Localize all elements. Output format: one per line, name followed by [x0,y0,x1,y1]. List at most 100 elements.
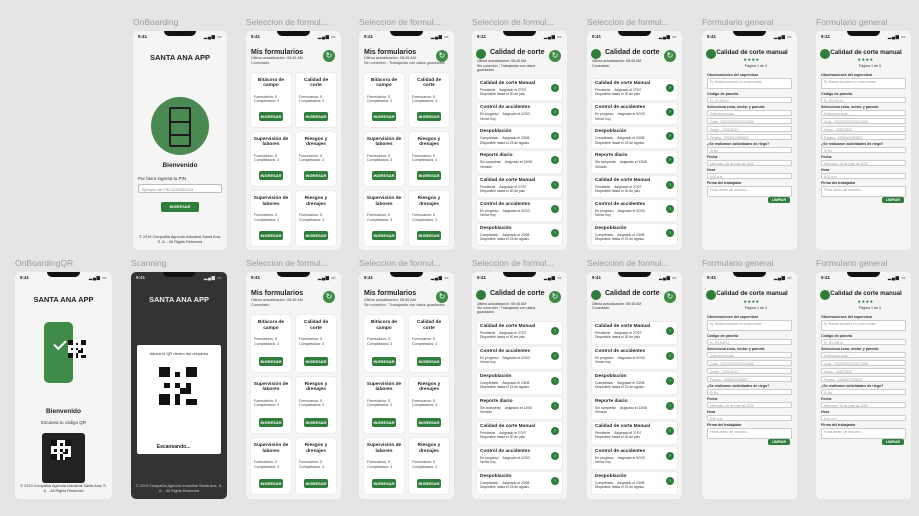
form-card[interactable]: Supervisión de labores Formularios: 5 Comp… [251,376,291,433]
form-field[interactable]: Sí No [821,389,906,396]
refresh-icon[interactable]: ↻ [664,291,676,304]
form-field[interactable]: Selecciona zona... [821,109,906,116]
clear-button[interactable]: LIMPIAR [768,439,790,446]
form-list-item[interactable]: Control de accidentes En progreso Asignado… [592,199,677,221]
form-field[interactable]: Miércoles, 26 de junio de 2025 [707,402,792,409]
form-card[interactable]: Riesgos y drenajes Formularios: 5 Completa… [296,191,336,246]
form-field[interactable]: Sí No [707,389,792,396]
form-field[interactable]: Ej. Maleza excesiva en zona noreste [821,77,906,89]
refresh-icon[interactable]: ↻ [436,291,448,304]
form-field[interactable]: Ej. Maleza excesiva en zona noreste [707,77,792,89]
enter-button[interactable]: INGRESAR [304,479,328,489]
enter-button[interactable]: INGRESAR [304,356,328,366]
form-card[interactable]: Calidad de corte Formularios: 5 Completado… [296,315,336,372]
chevron-right-icon[interactable]: › [551,401,559,410]
enter-button[interactable]: INGRESAR [372,418,396,427]
form-card[interactable]: Supervisión de labores Formularios: 5 Comp… [251,131,291,187]
form-card[interactable]: Supervisión de labores Formularios: 5 Comp… [364,438,404,495]
form-field[interactable]: Sector - 238123013 [707,368,792,375]
form-list-item[interactable]: Control de accidentes En progreso Asignado… [477,199,562,221]
form-field[interactable]: Ej. ZN-00214 [821,96,906,103]
enter-button[interactable]: INGRESAR [372,171,396,181]
enter-button[interactable]: INGRESAR [259,230,283,240]
chevron-right-icon[interactable]: › [666,326,674,335]
back-icon[interactable] [476,48,486,59]
form-field[interactable]: Miércoles, 26 de junio de 2025 [821,402,906,409]
chevron-right-icon[interactable]: › [551,132,559,141]
chevron-right-icon[interactable]: › [666,351,674,360]
back-icon[interactable] [706,48,716,59]
form-field[interactable]: 8:00 a.m [821,172,906,179]
enter-button[interactable]: INGRESAR [259,418,283,427]
chevron-right-icon[interactable]: › [551,84,559,93]
form-list-item[interactable]: Reporte diario Sin completar Asignado el 1… [592,396,677,419]
back-icon[interactable] [706,290,716,301]
form-card[interactable]: Riesgos y drenajes Formularios: 5 Completa… [409,376,449,433]
chevron-right-icon[interactable]: › [551,351,559,360]
back-icon[interactable] [591,48,601,59]
chevron-right-icon[interactable]: › [551,476,559,485]
back-icon[interactable] [820,290,830,301]
chevron-right-icon[interactable]: › [666,376,674,385]
form-field[interactable]: Ej. ZN-00214 [707,339,792,346]
form-field[interactable]: Miércoles, 26 de junio de 2025 [707,159,792,166]
form-list-item[interactable]: Control de accidentes En progreso Asignado… [477,346,562,369]
form-field[interactable]: Miércoles, 26 de junio de 2025 [821,159,906,166]
form-card[interactable]: Supervisión de labores Formularios: 5 Comp… [364,376,404,433]
form-list-item[interactable]: Despoblación Completado Asignado el 23/08 D… [477,223,562,245]
chevron-right-icon[interactable]: › [666,156,674,165]
refresh-icon[interactable]: ↻ [549,291,561,304]
enter-button[interactable]: INGRESAR [417,230,441,240]
back-icon[interactable] [591,290,601,301]
form-list-item[interactable]: Calidad de corte Manual Pendiente Asignado… [592,175,677,197]
enter-button[interactable]: INGRESAR [417,418,441,427]
enter-button[interactable]: INGRESAR [417,171,441,181]
form-list-item[interactable]: Calidad de corte Manual Pendiente Asignado… [477,175,562,197]
form-list-item[interactable]: Calidad de corte Manual Pendiente Asignado… [592,421,677,444]
refresh-icon[interactable]: ↻ [664,49,676,62]
form-list-item[interactable]: Reporte diario Sin completar Asignado el 1… [477,396,562,419]
refresh-icon[interactable]: ↻ [323,291,335,304]
form-field[interactable]: Zona - 2312031920203123186 [821,117,906,124]
form-card[interactable]: Riesgos y drenajes Formularios: 5 Completa… [409,131,449,187]
form-field[interactable]: Zona - 2312031920203123186 [707,117,792,124]
chevron-right-icon[interactable]: › [551,180,559,189]
form-field[interactable]: Zona - 2312031920203123186 [821,360,906,367]
back-icon[interactable] [476,290,486,301]
form-list-item[interactable]: Control de accidentes En progreso Asignado… [592,103,677,125]
form-card[interactable]: Bitácora de campo Formularios: 5 Completad… [251,72,291,127]
form-field[interactable]: Ej. Maleza excesiva en zona noreste [707,320,792,332]
form-list-item[interactable]: Despoblación Completado Asignado el 23/08 D… [477,371,562,394]
chevron-right-icon[interactable]: › [551,228,559,237]
form-list-item[interactable]: Control de accidentes En progreso Asignado… [477,446,562,469]
form-card[interactable]: Riesgos y drenajes Formularios: 5 Completa… [296,131,336,187]
form-list-item[interactable]: Despoblación Completado Asignado el 23/08 D… [592,471,677,494]
form-card[interactable]: Riesgos y drenajes Formularios: 5 Completa… [409,191,449,246]
enter-button[interactable]: INGRESAR [417,479,441,489]
form-card[interactable]: Riesgos y drenajes Formularios: 5 Completa… [409,438,449,495]
enter-button[interactable]: INGRESAR [259,171,283,181]
enter-button[interactable]: INGRESAR [304,230,328,240]
form-card[interactable]: Calidad de corte Formularios: 5 Completado… [409,72,449,127]
form-card[interactable]: Supervisión de labores Formularios: 5 Comp… [251,191,291,246]
form-field[interactable]: Parcela - 23989123093823 [707,133,792,140]
enter-button[interactable]: INGRESAR [372,230,396,240]
form-list-item[interactable]: Calidad de corte Manual Pendiente Asignado… [477,321,562,344]
form-field[interactable]: Ej. Maleza excesiva en zona noreste [821,320,906,332]
form-field[interactable]: Parcela - 23989123093823 [707,376,792,383]
chevron-right-icon[interactable]: › [666,426,674,435]
enter-button[interactable]: INGRESAR [259,479,283,489]
clear-button[interactable]: LIMPIAR [882,196,904,203]
form-field[interactable]: Parcela - 23989123093823 [821,133,906,140]
enter-button[interactable]: INGRESAR [259,111,283,121]
form-list-item[interactable]: Calidad de corte Manual Pendiente Asignado… [592,321,677,344]
login-button[interactable]: INGRESAR [161,201,199,212]
form-field[interactable]: Sí No [707,146,792,153]
form-field[interactable]: Firma dentro del recuadro... [821,185,906,197]
form-list-item[interactable]: Despoblación Completado Asignado el 23/08 D… [592,371,677,394]
enter-button[interactable]: INGRESAR [417,356,441,366]
form-card[interactable]: Bitácora de campo Formularios: 5 Completad… [364,315,404,372]
form-list-item[interactable]: Calidad de corte Manual Pendiente Asignado… [592,79,677,101]
form-field[interactable]: 8:00 a.m [707,172,792,179]
chevron-right-icon[interactable]: › [551,326,559,335]
